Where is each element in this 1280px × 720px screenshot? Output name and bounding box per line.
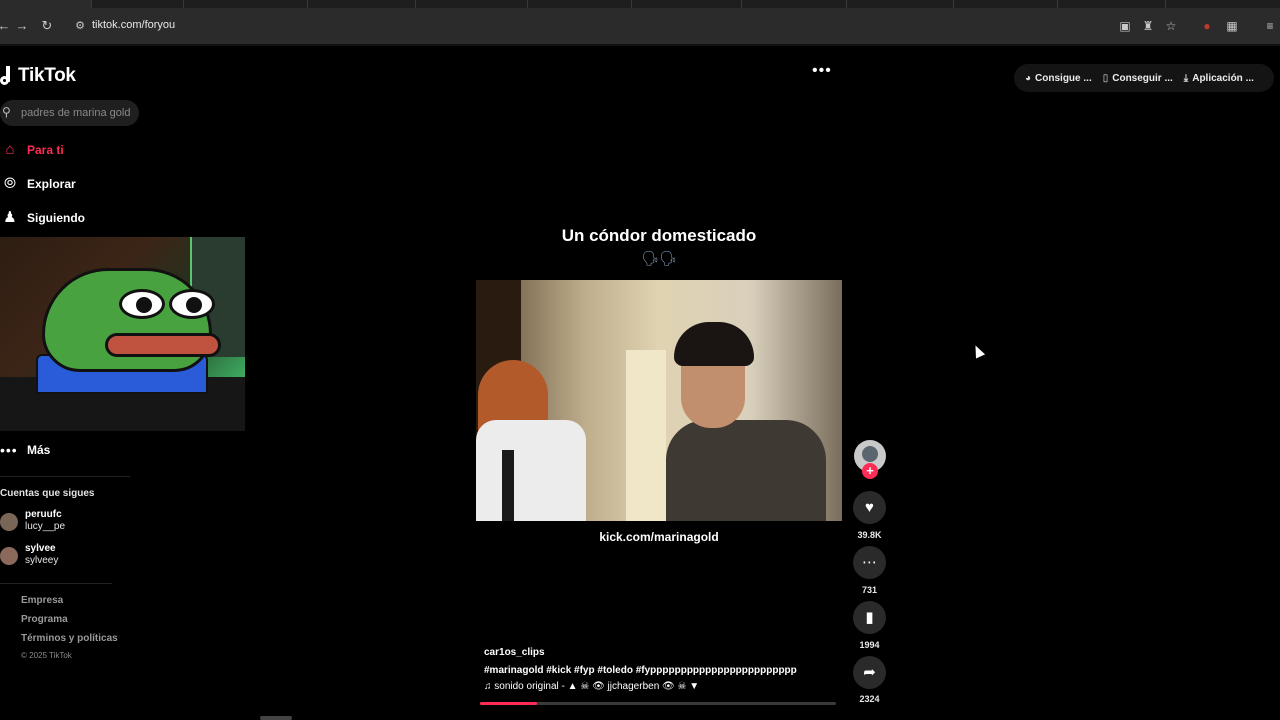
following-icon: ♟ — [3, 209, 17, 226]
extensions-puzzle-icon[interactable]: ▦ — [1224, 18, 1240, 34]
mouse-cursor-icon — [970, 343, 986, 359]
install-app-icon[interactable]: ▣ — [1117, 18, 1133, 34]
get-coins-label: Consigue ... — [1035, 72, 1092, 84]
video-player[interactable] — [476, 280, 842, 521]
brand-name: TikTok — [18, 65, 76, 86]
search-icon: ⚲ — [2, 105, 11, 119]
footer-link-empresa[interactable]: Empresa — [21, 595, 63, 606]
account-username: sylvee — [25, 543, 56, 554]
sidebar-divider — [0, 476, 130, 477]
browser-tab[interactable] — [966, 0, 1058, 8]
copyright: © 2025 TikTok — [21, 651, 72, 660]
browser-tab[interactable] — [436, 0, 528, 8]
browser-tab[interactable] — [216, 0, 308, 8]
desktop-app-label: Aplicación ... — [1192, 72, 1254, 84]
account-nickname: lucy__pe — [25, 521, 66, 532]
like-button[interactable]: ♥ — [853, 491, 886, 524]
share-icon: ➦ — [863, 664, 876, 681]
pepe-frog-emote — [36, 262, 221, 394]
video-author[interactable]: car1os_clips — [484, 647, 545, 658]
account-nickname: sylveey — [25, 555, 59, 566]
save-count: 1994 — [859, 640, 880, 650]
followed-account[interactable]: peruufc lucy__pe — [0, 509, 140, 537]
horizontal-scrollbar[interactable] — [260, 716, 292, 720]
back-icon[interactable]: ← — [0, 18, 12, 34]
reload-icon[interactable]: ↻ — [39, 18, 55, 34]
tiktok-logo[interactable]: TikTok — [0, 64, 76, 88]
video-title-emoji: 🗣🗣 — [641, 250, 677, 266]
share-button[interactable]: ➦ — [853, 656, 886, 689]
bookmark-star-icon[interactable]: ☆ — [1163, 18, 1179, 34]
browser-tab[interactable] — [324, 0, 416, 8]
coin-icon: ◕ — [1025, 72, 1032, 84]
address-bar[interactable]: ⚙ tiktok.com/foryou — [64, 12, 1094, 40]
footer-link-programa[interactable]: Programa — [21, 614, 68, 625]
nav-item-para-ti[interactable]: ⌂ Para ti — [0, 140, 64, 160]
home-icon: ⌂ — [5, 141, 15, 158]
like-count: 39.8K — [857, 530, 882, 540]
nav-item-siguiendo[interactable]: ♟ Siguiendo — [0, 208, 85, 228]
video-hashtags[interactable]: #marinagold #kick #fyp #toledo #fypppppp… — [484, 665, 797, 676]
browser-tab[interactable] — [1074, 0, 1166, 8]
translate-icon[interactable]: ♜ — [1140, 18, 1156, 34]
following-title: Cuentas que sigues — [0, 488, 95, 499]
avatar — [0, 513, 18, 531]
browser-toolbar: ← → ↻ ⚙ tiktok.com/foryou ▣ ♜ ☆ ● ▦ ≡ — [0, 8, 1280, 44]
progress-fill — [480, 702, 537, 705]
ellipsis-icon: ••• — [0, 442, 18, 458]
video-title-overlay: Un cóndor domesticado — [561, 226, 757, 245]
get-app-label: Conseguir ... — [1112, 72, 1173, 84]
comment-count: 731 — [861, 585, 878, 595]
share-count: 2324 — [859, 694, 880, 704]
followed-account[interactable]: sylvee sylveey — [0, 543, 140, 571]
phone-icon: ▯ — [1102, 72, 1109, 84]
comment-icon: ⋯ — [862, 554, 877, 571]
avatar — [0, 547, 18, 565]
follow-plus-icon[interactable]: + — [862, 463, 878, 479]
browser-tab[interactable] — [0, 0, 92, 8]
nav-label: Explorar — [27, 177, 76, 191]
url-text[interactable]: tiktok.com/foryou — [92, 19, 175, 31]
top-actions-bar: ◕ Consigue ... ▯ Conseguir ... ⤓ Aplicac… — [1014, 64, 1274, 92]
sidebar-divider — [0, 583, 112, 584]
get-coins-button[interactable]: ◕ Consigue ... — [1025, 73, 1092, 84]
video-progress-bar[interactable] — [480, 702, 836, 705]
browser-tab[interactable] — [92, 0, 184, 8]
browser-tab[interactable] — [755, 0, 847, 8]
bookmark-icon: ▮ — [865, 609, 874, 626]
video-caption-overlay: kick.com/marinagold — [599, 530, 719, 544]
footer-link-terminos[interactable]: Términos y políticas — [21, 633, 118, 644]
nav-label: Para ti — [27, 143, 64, 157]
tab-strip — [0, 0, 1280, 8]
desktop-app-button[interactable]: ⤓ Aplicación ... — [1184, 73, 1254, 84]
compass-icon: ⦾ — [3, 175, 16, 192]
browser-tab[interactable] — [862, 0, 954, 8]
toolbar-divider — [0, 44, 1280, 46]
nav-item-explorar[interactable]: ⦾ Explorar — [0, 174, 76, 194]
save-button[interactable]: ▮ — [853, 601, 886, 634]
site-info-icon[interactable]: ⚙ — [72, 18, 88, 34]
video-sound[interactable]: ♫ sonido original - ▲ ☠ 👁 jjchagerben 👁 … — [484, 681, 699, 692]
tiktok-note-icon — [0, 66, 16, 86]
extension-icon[interactable]: ● — [1199, 18, 1215, 34]
reading-list-icon[interactable]: ≡ — [1262, 18, 1278, 34]
comment-button[interactable]: ⋯ — [853, 546, 886, 579]
more-label: Más — [27, 443, 51, 457]
browser-tab[interactable] — [540, 0, 632, 8]
download-icon: ⤓ — [1183, 72, 1189, 84]
more-menu[interactable]: ••• Más — [0, 440, 50, 460]
nav-label: Siguiendo — [27, 211, 85, 225]
browser-tab[interactable] — [650, 0, 742, 8]
search-placeholder: padres de marina gold — [21, 107, 131, 119]
heart-icon: ♥ — [865, 499, 874, 516]
more-options-icon[interactable]: ••• — [812, 62, 832, 80]
forward-icon[interactable]: → — [14, 18, 30, 34]
account-username: peruufc — [25, 509, 62, 520]
get-app-button[interactable]: ▯ Conseguir ... — [1103, 73, 1173, 84]
search-input[interactable]: ⚲ padres de marina gold — [0, 100, 139, 126]
